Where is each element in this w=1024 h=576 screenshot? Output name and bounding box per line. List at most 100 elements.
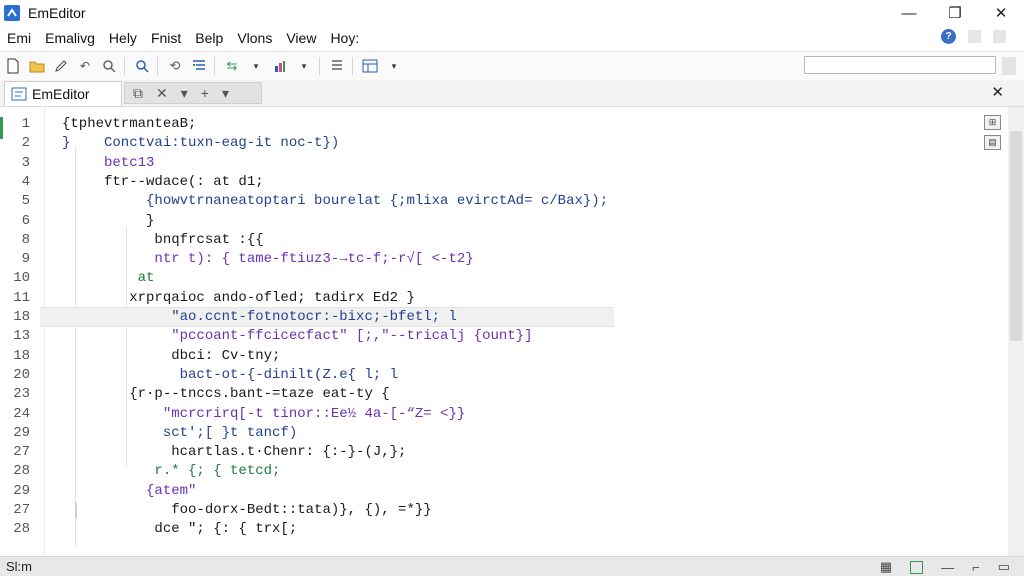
code-line[interactable]: xrprqaioc ando-ofled; tadirx Ed2 } xyxy=(62,290,415,306)
tab-bar: EmEditor ⧉ ✕ ▾ + ▾ ✕ xyxy=(0,80,1024,107)
code-line[interactable]: foo-dorx-Bedt::tata)}, {), =*}} xyxy=(62,502,431,518)
split-view-icon[interactable]: ⊞ xyxy=(984,115,1001,130)
toolbar-separator xyxy=(157,57,158,75)
status-minus-icon[interactable]: — xyxy=(941,560,954,575)
window-split-icon[interactable] xyxy=(359,55,381,77)
window-controls: — ❐ ✕ xyxy=(886,0,1024,26)
emeditor-app-icon xyxy=(4,5,20,21)
edit-pencil-icon[interactable] xyxy=(50,55,72,77)
code-line[interactable]: sct';[ }t tancf) xyxy=(62,425,297,441)
vertical-scrollbar[interactable] xyxy=(1008,107,1024,556)
menu-item[interactable]: Hoy: xyxy=(323,30,366,46)
find-icon[interactable] xyxy=(98,55,120,77)
code-line[interactable]: ftr--wdace(: at d1; xyxy=(62,174,264,190)
tab-dropdown-icon[interactable]: ▾ xyxy=(181,85,188,102)
menu-item[interactable]: Vlons xyxy=(230,30,279,46)
new-tab-icon[interactable]: + xyxy=(201,85,209,101)
line-number: 11 xyxy=(13,289,30,306)
line-number: 6 xyxy=(21,212,30,229)
menu-item[interactable]: View xyxy=(279,30,323,46)
search-icon[interactable] xyxy=(131,55,153,77)
tab-close-icon[interactable]: ✕ xyxy=(156,85,168,102)
line-number: 20 xyxy=(13,366,30,383)
list-indent-icon[interactable] xyxy=(188,55,210,77)
dropdown-arrow-icon[interactable]: ▾ xyxy=(293,55,315,77)
code-line[interactable]: dce "; {: { trx[; xyxy=(62,521,297,537)
code-line[interactable]: "pccoant-ffcicecfact" [;,"--tricalj {oun… xyxy=(62,328,532,344)
code-line[interactable]: ntr t): { tame-ftiuz3-→tc-f;-r√[ <-t2} xyxy=(62,251,473,267)
tab-list-dropdown-icon[interactable]: ▾ xyxy=(222,85,229,102)
tab-window-icon[interactable]: ⧉ xyxy=(133,85,143,102)
code-line[interactable]: at xyxy=(62,270,155,286)
menu-item[interactable]: Emalivg xyxy=(38,30,102,46)
document-tab-icon xyxy=(11,87,27,101)
menu-right-controls: ? xyxy=(941,29,1006,44)
line-number: 5 xyxy=(21,193,30,210)
code-line[interactable]: dbci: Cv-tny; xyxy=(62,348,280,364)
minimap-icon[interactable]: ▤ xyxy=(984,135,1001,150)
status-grid-icon[interactable]: ▦ xyxy=(880,559,892,575)
line-number: 2 xyxy=(21,135,30,152)
help-icon[interactable]: ? xyxy=(941,29,956,44)
close-tab-icon[interactable]: ✕ xyxy=(991,83,1004,101)
status-right-controls: ▦ — ⌐ ▭ xyxy=(880,559,1010,575)
code-line[interactable]: "ao.ccnt-fotnotocr:-bixc;-bfetl; l xyxy=(62,309,457,325)
line-number: 24 xyxy=(13,405,30,422)
line-number: 27 xyxy=(13,502,30,518)
undo-icon[interactable]: ↶ xyxy=(74,55,96,77)
status-crop-icon[interactable]: ⌐ xyxy=(972,560,980,575)
code-line[interactable]: {r·p--tnccs.bant-=taze eat-ty { xyxy=(62,386,389,402)
toolbar-search-input[interactable] xyxy=(804,56,996,74)
code-line[interactable]: bnqfrcsat :{{ xyxy=(62,232,263,248)
code-line[interactable]: {howvtrnaneatoptari bourelat {;mlixa evi… xyxy=(62,193,608,209)
window-title: EmEditor xyxy=(28,5,86,21)
maximize-button[interactable]: ❐ xyxy=(932,0,978,26)
line-number: 3 xyxy=(21,154,30,171)
dropdown-arrow-icon[interactable]: ▾ xyxy=(245,55,267,77)
menu-item[interactable]: Emi xyxy=(0,30,38,46)
restore-pane-icon[interactable] xyxy=(968,30,981,43)
line-number: 13 xyxy=(13,328,30,345)
code-line[interactable]: {atem" xyxy=(62,483,196,499)
code-line[interactable]: "mcrcrirq[-t tinor::Ee½ 4a-[-“Z= <}} xyxy=(62,406,465,422)
code-line[interactable]: } Conctvai:tuxn-eag-it noc-t}) xyxy=(62,135,339,151)
chart-icon[interactable] xyxy=(269,55,291,77)
replace-icon[interactable]: ⟲ xyxy=(164,55,186,77)
menu-item[interactable]: Belp xyxy=(188,30,230,46)
line-number: 10 xyxy=(13,270,30,287)
line-number: 9 xyxy=(21,251,30,268)
status-check-icon[interactable] xyxy=(910,560,924,574)
toolbar-scroll-handle[interactable] xyxy=(1002,57,1016,75)
tab-emeditor[interactable]: EmEditor xyxy=(4,81,122,106)
status-toggle-icon[interactable]: ▭ xyxy=(998,559,1010,575)
tab-inactive[interactable]: ⧉ ✕ ▾ + ▾ xyxy=(124,82,262,104)
toolbar-separator xyxy=(319,57,320,75)
editor-area[interactable]: 1 2 3 4 5 6 8 9 10 11 18 13 18 20 23 24 29 27 28 29 27 28 {tp… xyxy=(0,107,1024,556)
code-line[interactable]: bact-ot-{-dinilt(Z.e{ l; l xyxy=(62,367,398,383)
line-number-gutter: 1 2 3 4 5 6 8 9 10 11 18 13 18 20 23 24 29 27 28 29 27 28 xyxy=(0,107,40,556)
close-button[interactable]: ✕ xyxy=(978,0,1024,26)
code-line[interactable]: {tphevtrmanteaB; xyxy=(62,116,196,132)
open-folder-icon[interactable] xyxy=(26,55,48,77)
line-number: 18 xyxy=(13,347,30,364)
line-number: 28 xyxy=(13,463,30,480)
fold-margin xyxy=(44,107,45,556)
line-number: 28 xyxy=(13,521,30,538)
menu-bar: Emi Emalivg Hely Fnist Belp Vlons View H… xyxy=(0,26,1024,50)
macro-icon[interactable]: ⇆ xyxy=(221,55,243,77)
status-text: Sl:m xyxy=(6,559,32,574)
dropdown-arrow-icon[interactable]: ▾ xyxy=(383,55,405,77)
code-line[interactable]: betc13 xyxy=(62,155,154,171)
line-number: 29 xyxy=(13,482,30,499)
new-file-icon[interactable] xyxy=(2,55,24,77)
minimize-button[interactable]: — xyxy=(886,0,932,26)
menu-item[interactable]: Hely xyxy=(102,30,144,46)
vertical-scroll-thumb[interactable] xyxy=(1010,131,1022,341)
code-line[interactable]: hcartlas.t·Chenr: {:-}-(J,}; xyxy=(62,444,406,460)
code-line[interactable]: r.* {; { tetcd; xyxy=(62,463,280,479)
menu-item[interactable]: Fnist xyxy=(144,30,188,46)
code-line[interactable]: } xyxy=(62,213,154,229)
line-number: 29 xyxy=(13,424,30,441)
outline-icon[interactable] xyxy=(326,55,348,77)
close-pane-icon[interactable] xyxy=(993,30,1006,43)
